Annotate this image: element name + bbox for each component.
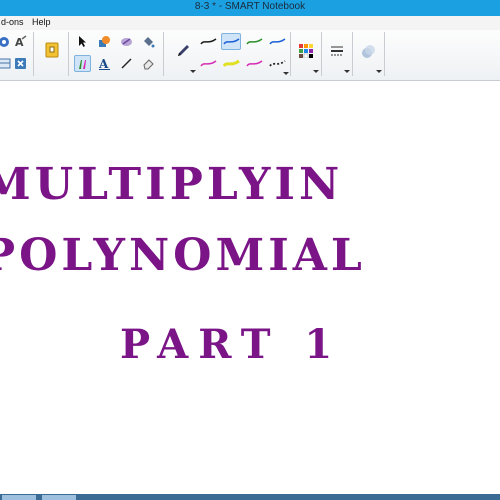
line-icon[interactable] <box>118 55 135 72</box>
toolbar-separator <box>321 32 322 76</box>
taskbar-button[interactable] <box>42 495 76 500</box>
slide-heading-line2: Polynomial <box>0 230 366 281</box>
taskbar <box>0 494 500 500</box>
select-icon[interactable] <box>74 33 91 50</box>
fill-icon[interactable] <box>140 33 157 50</box>
toolbar-separator <box>33 32 34 76</box>
slide-heading-line3: Part 1 <box>120 321 343 368</box>
menu-bar: d-ons Help <box>0 16 500 30</box>
pen-style-7[interactable] <box>244 55 264 72</box>
pens-icon[interactable] <box>74 55 91 72</box>
slide-heading-line1: Multiplyin <box>0 159 344 210</box>
title-bar: 8-3 * - SMART Notebook <box>0 0 500 16</box>
dropdown-arrow-icon[interactable] <box>376 70 382 73</box>
pen-style-8[interactable] <box>267 55 287 72</box>
color-palette-icon[interactable] <box>295 40 317 62</box>
text-icon[interactable]: A <box>96 55 113 72</box>
pen-style-1[interactable] <box>198 33 218 50</box>
pen-style-5[interactable] <box>198 55 218 72</box>
toolbar-separator <box>290 32 291 76</box>
delete-icon[interactable] <box>12 55 29 72</box>
toolbar: A A <box>0 30 500 81</box>
toolbar-separator <box>384 32 385 76</box>
pen-properties-icon[interactable] <box>172 40 194 62</box>
font-icon[interactable]: A <box>12 33 29 50</box>
shapes-icon[interactable] <box>96 33 113 50</box>
eraser-icon[interactable] <box>140 55 157 72</box>
dropdown-arrow-icon[interactable] <box>283 72 289 75</box>
window-title: 8-3 * - SMART Notebook <box>194 1 306 12</box>
transparency-icon[interactable] <box>357 40 379 62</box>
pen-style-2[interactable] <box>221 33 241 50</box>
page-canvas[interactable]: Multiplyin Polynomial Part 1 <box>0 81 500 494</box>
pen-style-3[interactable] <box>244 33 264 50</box>
menu-item-help[interactable]: Help <box>32 17 51 27</box>
toolbar-separator <box>68 32 69 76</box>
dropdown-arrow-icon[interactable] <box>344 70 350 73</box>
svg-text:A: A <box>98 57 109 70</box>
pen-style-6[interactable] <box>221 55 241 72</box>
line-style-icon[interactable] <box>326 40 348 62</box>
menu-item-addons[interactable]: d-ons <box>1 17 24 27</box>
dropdown-arrow-icon[interactable] <box>313 70 319 73</box>
dropdown-arrow-icon[interactable] <box>190 70 196 73</box>
magic-pen-icon[interactable] <box>118 33 135 50</box>
toolbar-separator <box>352 32 353 76</box>
taskbar-button[interactable] <box>2 495 36 500</box>
screen-shade-icon[interactable] <box>42 40 62 60</box>
pen-style-4[interactable] <box>267 33 287 50</box>
toolbar-separator <box>163 32 164 76</box>
